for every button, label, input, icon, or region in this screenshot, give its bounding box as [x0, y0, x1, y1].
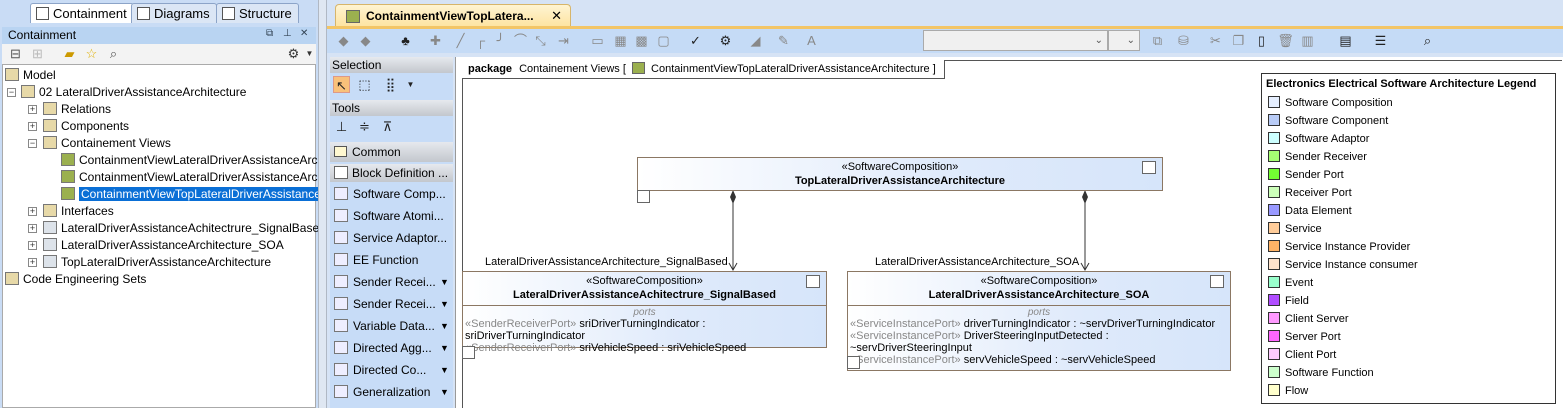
- legend-item: Server Port: [1268, 330, 1341, 346]
- port-signature: sriVehicleSpeed : sriVehicleSpeed: [579, 342, 747, 354]
- legend-swatch: [1268, 222, 1280, 234]
- legend-swatch: [1268, 294, 1280, 306]
- block-top-lateral-driver-assistance[interactable]: «SoftwareComposition» TopLateralDriverAs…: [637, 157, 1163, 191]
- block-signal-based[interactable]: «SoftwareComposition» LateralDriverAssis…: [462, 271, 827, 354]
- legend-item: Service: [1268, 222, 1322, 238]
- port-stereotype: «ServiceInstancePort»: [850, 330, 961, 342]
- legend-label: Software Function: [1285, 367, 1374, 379]
- port-signature: servVehicleSpeed : ~servVehicleSpeed: [963, 354, 1156, 366]
- legend-item: Service Instance consumer: [1268, 258, 1418, 274]
- legend-label: Client Server: [1285, 313, 1349, 325]
- legend-item: Event: [1268, 276, 1313, 292]
- legend-label: Software Composition: [1285, 97, 1393, 109]
- composition-icon: [1210, 275, 1224, 288]
- legend-swatch: [1268, 186, 1280, 198]
- port-stereotype: «SenderReceiverPort»: [465, 318, 577, 330]
- legend-item: Service Instance Provider: [1268, 240, 1410, 256]
- legend-item: Software Composition: [1268, 96, 1393, 112]
- legend-item: Client Port: [1268, 348, 1336, 364]
- composition-link-soa[interactable]: [1080, 190, 1090, 272]
- legend-swatch: [1268, 384, 1280, 396]
- diagram-link-icon[interactable]: [847, 356, 860, 369]
- legend-swatch: [1268, 204, 1280, 216]
- port-stereotype: «ServiceInstancePort»: [850, 354, 961, 366]
- legend-swatch: [1268, 330, 1280, 342]
- legend-item: Software Component: [1268, 114, 1388, 130]
- legend-label: Software Component: [1285, 115, 1389, 127]
- legend-label: Server Port: [1285, 331, 1341, 343]
- legend-label: Receiver Port: [1285, 187, 1352, 199]
- legend-label: Data Element: [1285, 205, 1352, 217]
- port-stereotype: «SenderReceiverPort»: [465, 342, 577, 354]
- legend-swatch: [1268, 132, 1280, 144]
- role-label: LateralDriverAssistanceArchitecture_Sign…: [485, 256, 728, 268]
- legend-item: Sender Port: [1268, 168, 1344, 184]
- legend-item: Sender Receiver: [1268, 150, 1367, 166]
- legend[interactable]: Electronics Electrical Software Architec…: [1261, 73, 1556, 404]
- port-row[interactable]: «ServiceInstancePort» DriverSteeringInpu…: [850, 330, 1228, 354]
- legend-label: Client Port: [1285, 349, 1337, 361]
- legend-swatch: [1268, 96, 1280, 108]
- port-row[interactable]: «SenderReceiverPort» sriDriverTurningInd…: [465, 318, 824, 342]
- composition-icon: [806, 275, 820, 288]
- legend-label: Sender Port: [1285, 169, 1344, 181]
- legend-swatch: [1268, 114, 1280, 126]
- port-row[interactable]: «ServiceInstancePort» driverTurningIndic…: [850, 318, 1228, 330]
- legend-label: Sender Receiver: [1285, 151, 1367, 163]
- legend-item: Data Element: [1268, 204, 1352, 220]
- legend-item: Software Adaptor: [1268, 132, 1369, 148]
- port-signature: driverTurningIndicator : ~servDriverTurn…: [963, 318, 1216, 330]
- composition-link-signalbased[interactable]: [728, 190, 738, 272]
- port-row[interactable]: «ServiceInstancePort» servVehicleSpeed :…: [850, 354, 1228, 366]
- legend-swatch: [1268, 258, 1280, 270]
- legend-swatch: [1268, 240, 1280, 252]
- legend-item: Software Function: [1268, 366, 1374, 382]
- legend-label: Service Instance consumer: [1285, 259, 1418, 271]
- legend-swatch: [1268, 366, 1280, 378]
- legend-label: Flow: [1285, 385, 1309, 397]
- legend-label: Service: [1285, 223, 1322, 235]
- diagram-link-icon[interactable]: [462, 346, 475, 359]
- legend-item: Flow: [1268, 384, 1308, 400]
- legend-swatch: [1268, 312, 1280, 324]
- diagram-link-icon[interactable]: [637, 190, 650, 203]
- legend-item: Field: [1268, 294, 1309, 310]
- legend-swatch: [1268, 276, 1280, 288]
- legend-label: Field: [1285, 295, 1309, 307]
- role-label: LateralDriverAssistanceArchitecture_SOA: [875, 256, 1080, 268]
- legend-swatch: [1268, 150, 1280, 162]
- ports-compartment: ports «ServiceInstancePort» driverTurnin…: [848, 305, 1230, 367]
- legend-swatch: [1268, 348, 1280, 360]
- port-stereotype: «ServiceInstancePort»: [850, 318, 961, 330]
- block-soa[interactable]: «SoftwareComposition» LateralDriverAssis…: [847, 271, 1231, 371]
- composition-icon: [1142, 161, 1156, 174]
- legend-swatch: [1268, 168, 1280, 180]
- legend-item: Client Server: [1268, 312, 1349, 328]
- legend-label: Software Adaptor: [1285, 133, 1370, 145]
- legend-label: Event: [1285, 277, 1314, 289]
- legend-item: Receiver Port: [1268, 186, 1352, 202]
- ports-compartment: ports «SenderReceiverPort» sriDriverTurn…: [463, 305, 826, 355]
- port-row[interactable]: «SenderReceiverPort» sriVehicleSpeed : s…: [465, 342, 824, 354]
- legend-label: Service Instance Provider: [1285, 241, 1411, 253]
